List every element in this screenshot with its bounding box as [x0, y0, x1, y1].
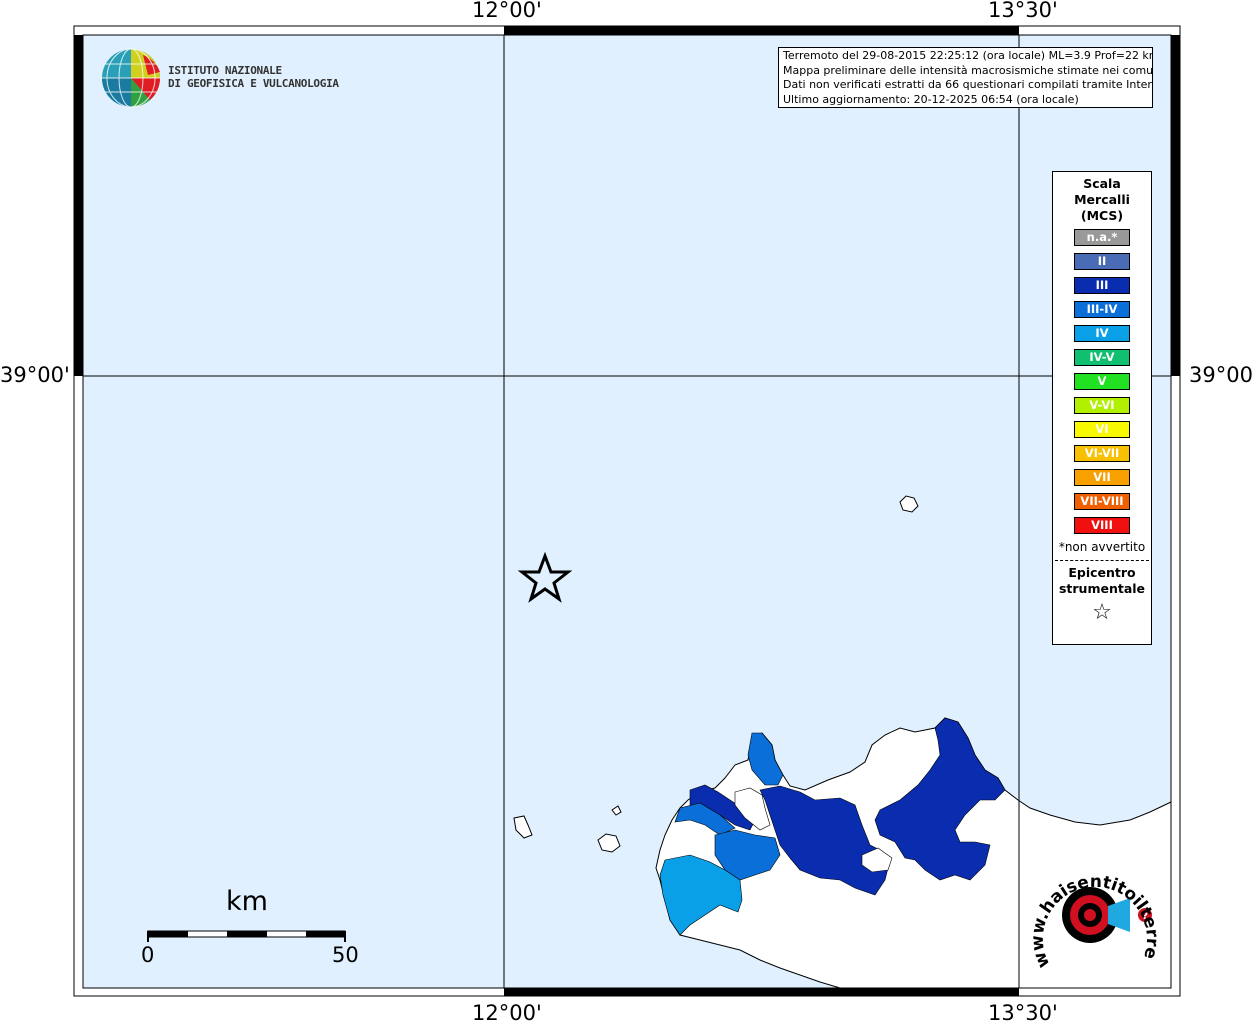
event-info-box: Terremoto del 29-08-2015 22:25:12 (ora l… [778, 47, 1153, 108]
legend-title-line3: (MCS) [1080, 208, 1124, 223]
legend-item: VI-VII [1074, 445, 1130, 462]
info-line4: Ultimo aggiornamento: 20-12-2025 06:54 (… [783, 92, 1079, 106]
frame-bar-left [74, 35, 83, 376]
legend-epicenter-line1: Epicentro [1068, 565, 1136, 580]
scale-unit: km [226, 886, 268, 917]
frame-bar-bottom [504, 988, 1019, 996]
legend-item: IV-V [1074, 349, 1130, 366]
lat-label-left: 39°00' [0, 363, 70, 387]
legend-item: VII [1074, 469, 1130, 486]
lon-label-top-left: 12°00' [472, 0, 542, 22]
legend-star-icon: ☆ [1092, 600, 1112, 625]
legend-item: VI [1074, 421, 1130, 438]
legend-item: VII-VIII [1074, 493, 1130, 510]
legend-title-line1: Scala [1083, 176, 1121, 191]
institute-line1: ISTITUTO NAZIONALE [168, 64, 282, 77]
institute-name: ISTITUTO NAZIONALE DI GEOFISICA E VULCAN… [168, 64, 339, 90]
legend-epicenter-label: Epicentro strumentale [1053, 565, 1151, 597]
info-line2: Mappa preliminare delle intensità macros… [783, 63, 1153, 77]
frame-bar-right [1171, 35, 1180, 376]
ingv-logo-icon [102, 48, 161, 108]
mcs-legend: Scala Mercalli (MCS) n.a.* II III III-IV IV I… [1052, 171, 1152, 645]
legend-item: IV [1074, 325, 1130, 342]
legend-item: n.a.* [1074, 229, 1130, 246]
legend-item: III [1074, 277, 1130, 294]
lon-label-bottom-left: 12°00' [472, 1001, 542, 1025]
info-line3: Dati non verificati estratti da 66 quest… [783, 78, 1153, 91]
legend-separator [1055, 560, 1149, 561]
scale-end: 50 [332, 943, 359, 967]
lat-label-right: 39°00' [1189, 363, 1254, 387]
legend-item: VIII [1074, 517, 1130, 534]
legend-epicenter-line2: strumentale [1058, 581, 1146, 596]
legend-item: V-VI [1074, 397, 1130, 414]
legend-item: II [1074, 253, 1130, 270]
lon-label-top-right: 13°30' [988, 0, 1058, 22]
institute-line2: DI GEOFISICA E VULCANOLOGIA [168, 77, 339, 90]
legend-item: V [1074, 373, 1130, 390]
legend-title: Scala Mercalli (MCS) [1053, 176, 1151, 224]
legend-items: n.a.* II III III-IV IV IV-V V V-VI VI VI-VII VII VI… [1053, 229, 1151, 534]
info-line1: Terremoto del 29-08-2015 22:25:12 (ora l… [783, 49, 1153, 62]
legend-item: III-IV [1074, 301, 1130, 318]
scale-start: 0 [141, 943, 155, 967]
legend-title-line2: Mercalli [1074, 192, 1130, 207]
frame-bar-top [504, 26, 1019, 35]
legend-note: *non avvertito [1058, 540, 1146, 554]
lon-label-bottom-right: 13°30' [988, 1001, 1058, 1025]
